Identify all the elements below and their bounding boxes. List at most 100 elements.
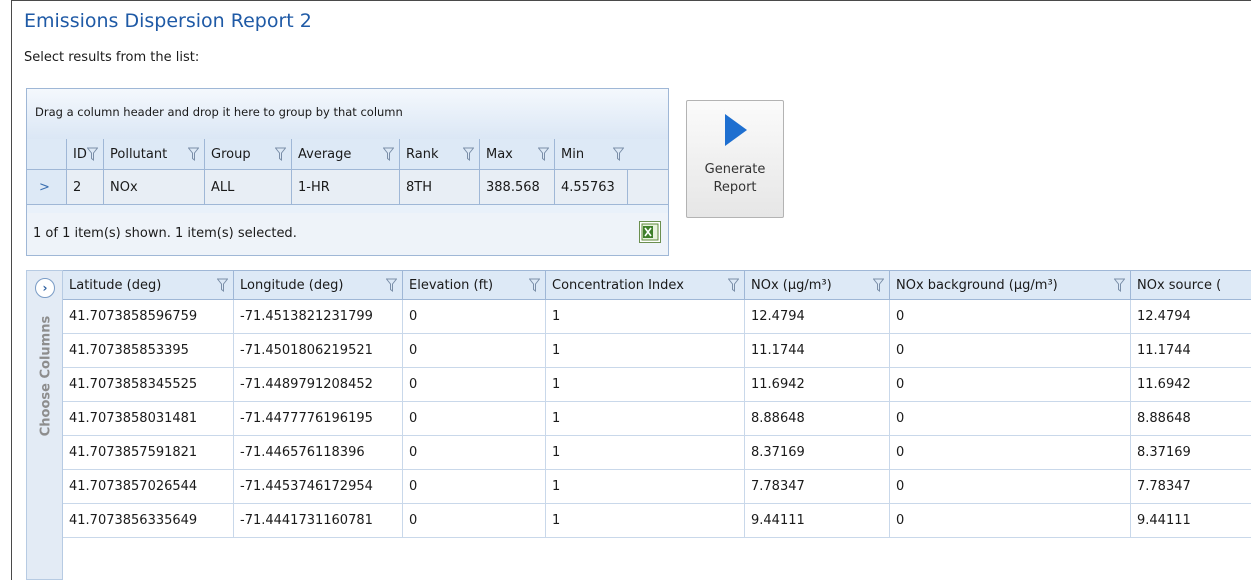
table-cell: 1 — [546, 436, 745, 469]
filter-icon[interactable] — [383, 147, 394, 161]
generate-report-label: Generate Report — [687, 161, 783, 197]
table-cell: 41.7073857591821 — [63, 436, 234, 469]
column-header-label: NOx (μg/m³) — [751, 277, 832, 293]
table-cell: 9.44111 — [745, 504, 890, 537]
table-cell: 11.1744 — [745, 334, 890, 367]
table-cell: 0 — [403, 402, 546, 435]
table-cell: -71.4513821231799 — [234, 300, 403, 333]
row-indicator[interactable]: > — [27, 170, 67, 204]
table-cell: 0 — [890, 334, 1131, 367]
filter-icon[interactable] — [728, 278, 739, 292]
table-cell: 1 — [546, 504, 745, 537]
table-cell: 388.568 — [480, 170, 555, 204]
filter-icon[interactable] — [188, 147, 199, 161]
table-cell: -71.4489791208452 — [234, 368, 403, 401]
filter-icon[interactable] — [386, 278, 397, 292]
column-header-group[interactable]: Group — [205, 139, 292, 169]
column-header-elevation[interactable]: Elevation (ft) — [403, 271, 546, 299]
column-header-label: Max — [486, 146, 513, 162]
column-chooser-label: Choose Columns — [38, 315, 53, 437]
table-row[interactable]: 41.7073858596759 -71.4513821231799 0 1 1… — [63, 300, 1251, 334]
play-arrow-icon — [725, 114, 747, 146]
filter-icon[interactable] — [1114, 278, 1125, 292]
column-header-label: Elevation (ft) — [409, 277, 494, 293]
excel-export-icon[interactable] — [639, 221, 661, 243]
column-header-pollutant[interactable]: Pollutant — [104, 139, 205, 169]
table-cell: 0 — [403, 334, 546, 367]
filter-icon[interactable] — [463, 147, 474, 161]
table-cell: 0 — [403, 436, 546, 469]
filter-icon[interactable] — [87, 147, 98, 161]
table-cell: 7.78347 — [745, 470, 890, 503]
filter-icon[interactable] — [529, 278, 540, 292]
table-cell: 11.1744 — [1131, 334, 1251, 367]
table-cell: 0 — [890, 300, 1131, 333]
table-cell: 0 — [403, 300, 546, 333]
chevron-right-circle-icon[interactable]: › — [35, 278, 55, 298]
table-row[interactable]: 41.7073858345525 -71.4489791208452 0 1 1… — [63, 368, 1251, 402]
column-header-longitude[interactable]: Longitude (deg) — [234, 271, 403, 299]
filter-icon[interactable] — [217, 278, 228, 292]
table-cell: 41.7073856335649 — [63, 504, 234, 537]
table-cell: -71.4477776196195 — [234, 402, 403, 435]
group-by-panel[interactable]: Drag a column header and drop it here to… — [27, 89, 668, 140]
table-cell: 2 — [67, 170, 104, 204]
generate-label-line2: Report — [713, 180, 757, 195]
table-cell: -71.4501806219521 — [234, 334, 403, 367]
column-header-max[interactable]: Max — [480, 139, 555, 169]
table-row[interactable]: 41.707385853395 -71.4501806219521 0 1 11… — [63, 334, 1251, 368]
table-row[interactable]: > 2 NOx ALL 1-HR 8TH 388.568 4.55763 — [27, 170, 668, 205]
table-row[interactable]: 41.7073857026544 -71.4453746172954 0 1 7… — [63, 470, 1251, 504]
column-header-label: Min — [561, 146, 585, 162]
table-cell: -71.446576118396 — [234, 436, 403, 469]
table-cell: 8.88648 — [745, 402, 890, 435]
column-header-min[interactable]: Min — [555, 139, 668, 169]
table-cell: 1 — [546, 368, 745, 401]
table-cell: 7.78347 — [1131, 470, 1251, 503]
table-row[interactable]: 41.7073858031481 -71.4477776196195 0 1 8… — [63, 402, 1251, 436]
column-header-concentration-index[interactable]: Concentration Index — [546, 271, 745, 299]
table-cell: 1-HR — [292, 170, 400, 204]
column-header-label: Longitude (deg) — [240, 277, 344, 293]
selection-status: 1 of 1 item(s) shown. 1 item(s) selected… — [33, 226, 297, 241]
column-header-label: NOx source ( — [1137, 277, 1222, 293]
table-cell: 41.7073857026544 — [63, 470, 234, 503]
table-cell: 11.6942 — [1131, 368, 1251, 401]
table-cell: 1 — [546, 470, 745, 503]
column-header-nox-background[interactable]: NOx background (μg/m³) — [890, 271, 1131, 299]
filter-icon[interactable] — [613, 147, 624, 161]
filter-icon[interactable] — [538, 147, 549, 161]
table-cell: 0 — [403, 504, 546, 537]
table-row[interactable]: 41.7073857591821 -71.446576118396 0 1 8.… — [63, 436, 1251, 470]
table-cell: 1 — [546, 402, 745, 435]
generate-report-button[interactable]: Generate Report — [686, 100, 784, 218]
table-cell: 0 — [890, 470, 1131, 503]
table-cell: 8.88648 — [1131, 402, 1251, 435]
column-header-rank[interactable]: Rank — [400, 139, 480, 169]
table-cell: 0 — [403, 470, 546, 503]
column-chooser-label-wrap: Choose Columns — [29, 311, 62, 441]
column-header-nox-source[interactable]: NOx source ( — [1131, 271, 1251, 299]
page-subtitle: Select results from the list: — [24, 50, 200, 65]
column-header-average[interactable]: Average — [292, 139, 400, 169]
column-header-nox[interactable]: NOx (μg/m³) — [745, 271, 890, 299]
data-grid-header: Latitude (deg) Longitude (deg) Elevation… — [63, 270, 1251, 300]
column-header-id[interactable]: ID — [67, 139, 104, 169]
filter-icon[interactable] — [275, 147, 286, 161]
table-cell: 0 — [890, 436, 1131, 469]
table-cell: 41.7073858596759 — [63, 300, 234, 333]
page-title: Emissions Dispersion Report 2 — [24, 10, 312, 32]
row-indicator-header — [27, 139, 67, 169]
filter-icon[interactable] — [873, 278, 884, 292]
column-header-label: ID — [73, 146, 87, 162]
generate-label-line1: Generate — [704, 162, 766, 177]
column-chooser-panel[interactable]: › Choose Columns — [26, 270, 63, 580]
table-cell: 4.55763 — [555, 170, 628, 204]
table-row[interactable]: 41.7073856335649 -71.4441731160781 0 1 9… — [63, 504, 1251, 538]
table-cell: 12.4794 — [745, 300, 890, 333]
table-cell: -71.4453746172954 — [234, 470, 403, 503]
table-cell: 0 — [890, 504, 1131, 537]
table-cell: 1 — [546, 334, 745, 367]
table-cell: 41.7073858031481 — [63, 402, 234, 435]
column-header-latitude[interactable]: Latitude (deg) — [63, 271, 234, 299]
